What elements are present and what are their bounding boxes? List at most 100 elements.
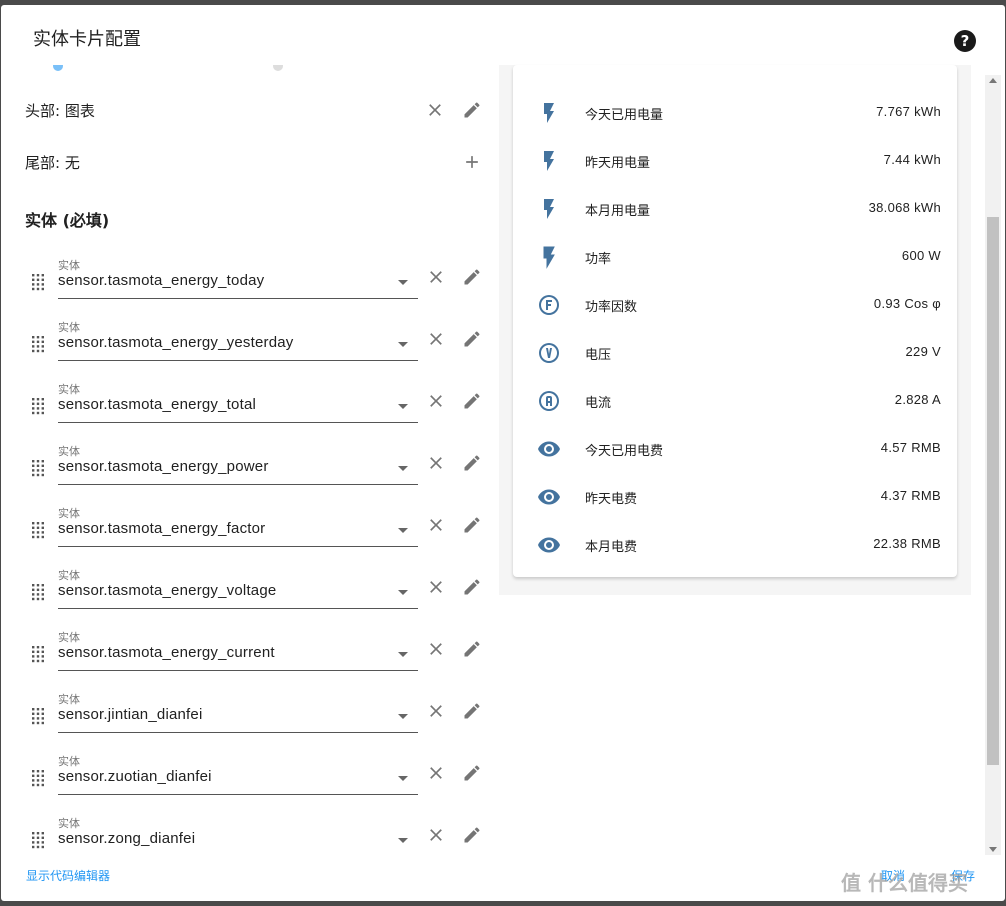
edit-entity-button[interactable] <box>460 575 484 599</box>
drag-handle-icon[interactable] <box>31 521 45 539</box>
entity-value[interactable]: sensor.tasmota_energy_yesterday <box>58 334 294 351</box>
edit-entity-button[interactable] <box>460 451 484 475</box>
entity-state-row[interactable]: 电压 229 V <box>513 329 957 377</box>
entity-picker[interactable]: 实体 sensor.tasmota_energy_total <box>58 377 418 423</box>
entity-state-row[interactable]: 昨天用电量 7.44 kWh <box>513 137 957 185</box>
switch-knob-icon[interactable] <box>53 65 63 71</box>
remove-entity-button[interactable] <box>424 575 448 599</box>
entity-value[interactable]: sensor.tasmota_energy_voltage <box>58 582 276 599</box>
entity-value[interactable]: sensor.tasmota_energy_current <box>58 644 275 661</box>
close-icon <box>430 829 442 841</box>
scroll-down-icon[interactable] <box>989 847 997 852</box>
entity-value[interactable]: sensor.tasmota_energy_total <box>58 396 256 413</box>
entity-name: 本月用电量 <box>585 204 651 219</box>
entity-value[interactable]: sensor.zong_dianfei <box>58 830 195 847</box>
remove-entity-button[interactable] <box>424 513 448 537</box>
entity-state-row[interactable]: 电流 2.828 A <box>513 377 957 425</box>
drag-handle-icon[interactable] <box>31 831 45 849</box>
entity-picker[interactable]: 实体 sensor.zuotian_dianfei <box>58 749 418 795</box>
chevron-down-icon[interactable] <box>398 714 408 719</box>
edit-entity-button[interactable] <box>460 389 484 413</box>
entity-picker[interactable]: 实体 sensor.tasmota_energy_factor <box>58 501 418 547</box>
entity-state-row[interactable]: 功率因数 0.93 Cos φ <box>513 281 957 329</box>
question-circle-icon[interactable]: ? <box>954 30 976 52</box>
edit-entity-button[interactable] <box>460 265 484 289</box>
entity-state-row[interactable]: 本月用电量 38.068 kWh <box>513 185 957 233</box>
drag-handle-icon[interactable] <box>31 645 45 663</box>
entity-name: 电流 <box>585 396 612 411</box>
entity-state-row[interactable]: 昨天电费 4.37 RMB <box>513 473 957 521</box>
chevron-down-icon[interactable] <box>398 280 408 285</box>
chevron-down-icon[interactable] <box>398 528 408 533</box>
chevron-down-icon[interactable] <box>398 404 408 409</box>
clear-header-button[interactable] <box>423 98 447 122</box>
add-footer-button[interactable] <box>460 150 484 174</box>
edit-entity-button[interactable] <box>460 327 484 351</box>
entity-state-value: 7.44 kWh <box>883 152 941 167</box>
entity-row: 实体 sensor.tasmota_energy_voltage <box>1 563 499 625</box>
entity-state-row[interactable]: 本月电费 22.38 RMB <box>513 521 957 569</box>
entity-picker[interactable]: 实体 sensor.tasmota_energy_voltage <box>58 563 418 609</box>
edit-entity-button[interactable] <box>460 699 484 723</box>
remove-entity-button[interactable] <box>424 451 448 475</box>
remove-entity-button[interactable] <box>424 761 448 785</box>
close-icon <box>430 581 442 593</box>
remove-entity-button[interactable] <box>424 637 448 661</box>
edit-entity-button[interactable] <box>460 513 484 537</box>
switch-knob-icon[interactable] <box>273 65 283 71</box>
entity-state-value: 0.93 Cos φ <box>873 296 941 311</box>
scrollbar-thumb[interactable] <box>987 217 999 765</box>
close-icon <box>430 395 442 407</box>
entity-state-row[interactable]: 功率 600 W <box>513 233 957 281</box>
entity-state-value: 4.57 RMB <box>880 440 941 455</box>
drag-handle-icon[interactable] <box>31 583 45 601</box>
entity-value[interactable]: sensor.jintian_dianfei <box>58 706 203 723</box>
entity-picker[interactable]: 实体 sensor.tasmota_energy_today <box>58 253 418 299</box>
entity-name: 本月电费 <box>585 540 638 555</box>
entity-state-value: 4.37 RMB <box>880 488 941 503</box>
entity-picker[interactable]: 实体 sensor.tasmota_energy_current <box>58 625 418 671</box>
remove-entity-button[interactable] <box>424 823 448 847</box>
chevron-down-icon[interactable] <box>398 838 408 843</box>
show-code-editor-button[interactable]: 显示代码编辑器 <box>26 867 110 884</box>
entity-value[interactable]: sensor.tasmota_energy_power <box>58 458 269 475</box>
close-icon <box>430 333 442 345</box>
drag-handle-icon[interactable] <box>31 707 45 725</box>
entity-row: 实体 sensor.tasmota_energy_today <box>1 253 499 315</box>
scrollbar[interactable] <box>985 75 1001 855</box>
edit-entity-button[interactable] <box>460 761 484 785</box>
remove-entity-button[interactable] <box>424 389 448 413</box>
entity-picker[interactable]: 实体 sensor.jintian_dianfei <box>58 687 418 733</box>
entity-value[interactable]: sensor.tasmota_energy_factor <box>58 520 265 537</box>
config-editor: 头部: 图表 尾部: 无 实体 (必填) 实体 sensor.tasmota_en… <box>1 65 499 855</box>
entity-field-label: 实体 <box>58 383 80 396</box>
entity-value[interactable]: sensor.tasmota_energy_today <box>58 272 264 289</box>
chevron-down-icon[interactable] <box>398 342 408 347</box>
entity-value[interactable]: sensor.zuotian_dianfei <box>58 768 212 785</box>
edit-entity-button[interactable] <box>460 637 484 661</box>
scroll-up-icon[interactable] <box>989 78 997 83</box>
remove-entity-button[interactable] <box>424 265 448 289</box>
edit-header-button[interactable] <box>460 98 484 122</box>
chevron-down-icon[interactable] <box>398 466 408 471</box>
chevron-down-icon[interactable] <box>398 590 408 595</box>
entity-state-row[interactable]: 今天已用电量 7.767 kWh <box>513 89 957 137</box>
chevron-down-icon[interactable] <box>398 776 408 781</box>
entities-card-preview: 今天已用电量 7.767 kWh 昨天用电量 7.44 kWh 本月用电量 38.068 … <box>513 65 957 577</box>
drag-handle-icon[interactable] <box>31 459 45 477</box>
pencil-icon <box>464 579 480 595</box>
remove-entity-button[interactable] <box>424 699 448 723</box>
entity-picker[interactable]: 实体 sensor.tasmota_energy_yesterday <box>58 315 418 361</box>
entity-state-row[interactable]: 今天已用电费 4.57 RMB <box>513 425 957 473</box>
drag-handle-icon[interactable] <box>31 769 45 787</box>
drag-handle-icon[interactable] <box>31 335 45 353</box>
edit-entity-button[interactable] <box>460 823 484 847</box>
entity-picker[interactable]: 实体 sensor.zong_dianfei <box>58 811 418 855</box>
footer-row: 尾部: 无 <box>25 147 485 177</box>
chevron-down-icon[interactable] <box>398 652 408 657</box>
entity-picker[interactable]: 实体 sensor.tasmota_energy_power <box>58 439 418 485</box>
drag-handle-icon[interactable] <box>31 273 45 291</box>
remove-entity-button[interactable] <box>424 327 448 351</box>
flash-bold-icon <box>537 245 561 269</box>
drag-handle-icon[interactable] <box>31 397 45 415</box>
